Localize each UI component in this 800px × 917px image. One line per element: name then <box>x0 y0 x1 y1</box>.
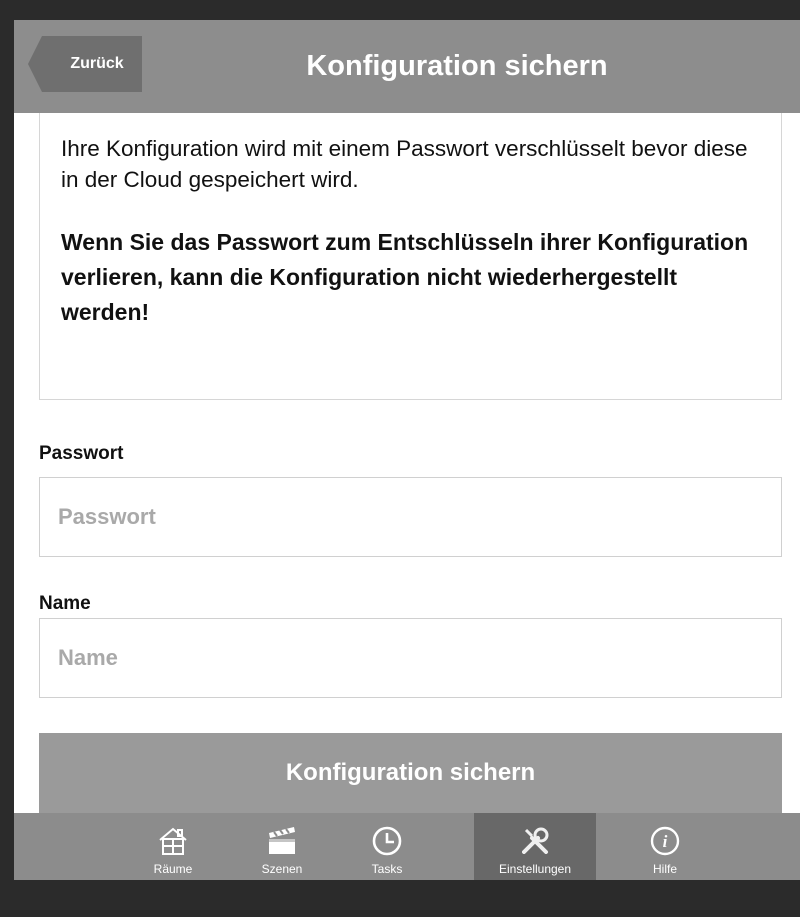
tab-bar: Räume Szenen Tasks Einstellungen i Hilfe <box>14 813 800 880</box>
clock-icon <box>370 824 404 858</box>
warning-text: Wenn Sie das Passwort zum Entschlüsseln … <box>61 229 749 325</box>
back-button[interactable]: Zurück <box>28 36 142 92</box>
device-frame: Zurück Konfiguration sichern Ihre Konfig… <box>0 0 800 917</box>
app-screen: Zurück Konfiguration sichern Ihre Konfig… <box>14 20 800 880</box>
name-label: Name <box>39 593 91 614</box>
password-label: Passwort <box>39 443 124 464</box>
info-box: Ihre Konfiguration wird mit einem Passwo… <box>39 113 782 400</box>
save-configuration-button[interactable]: Konfiguration sichern <box>39 733 782 813</box>
tab-hilfe[interactable]: i Hilfe <box>604 813 726 880</box>
tab-label: Räume <box>153 862 193 876</box>
tab-label: Einstellungen <box>498 862 572 876</box>
tools-icon <box>518 824 552 858</box>
tab-einstellungen[interactable]: Einstellungen <box>474 813 596 880</box>
tab-label: Szenen <box>261 862 303 876</box>
password-input[interactable] <box>39 477 782 557</box>
info-paragraph: Ihre Konfiguration wird mit einem Passwo… <box>61 136 748 192</box>
tab-label: Hilfe <box>652 862 677 876</box>
header-bar: Zurück Konfiguration sichern <box>14 20 800 113</box>
tab-tasks[interactable]: Tasks <box>326 813 448 880</box>
info-icon: i <box>648 824 682 858</box>
page-title: Konfiguration sichern <box>306 50 608 82</box>
clapperboard-icon <box>265 824 299 858</box>
tab-label: Tasks <box>371 862 403 876</box>
tab-szenen[interactable]: Szenen <box>221 813 343 880</box>
name-input[interactable] <box>39 618 782 698</box>
svg-text:i: i <box>663 832 668 851</box>
tab-raeume[interactable]: Räume <box>112 813 234 880</box>
house-icon <box>156 824 190 858</box>
